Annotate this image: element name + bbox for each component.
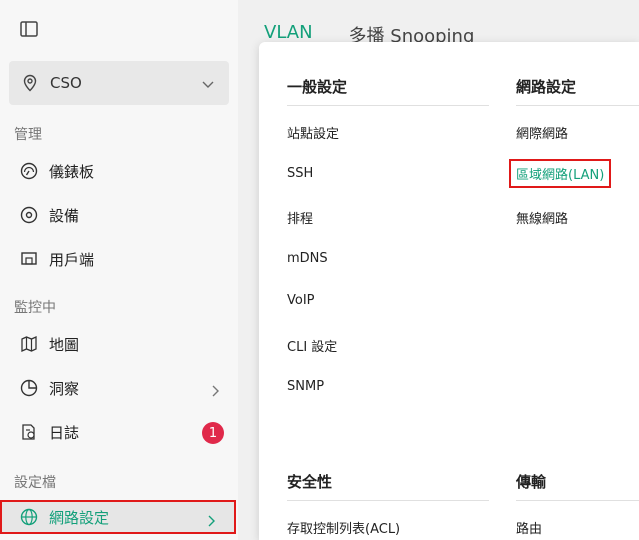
menu-link-snmp[interactable]: SNMP: [287, 379, 324, 394]
section-config: 設定檔: [14, 475, 56, 491]
menu-link-acl[interactable]: 存取控制列表(ACL): [287, 518, 400, 537]
dashboard-icon: [20, 162, 38, 180]
menu-title-network: 網路設定: [516, 78, 577, 96]
sidebar-item-devices[interactable]: 設備: [0, 197, 238, 233]
chevron-right-icon: [206, 512, 216, 527]
sidebar-item-label: 設備: [49, 206, 80, 225]
sidebar-item-label: 儀錶板: [49, 162, 95, 181]
site-selector[interactable]: CSO: [9, 61, 229, 105]
menu-title-general: 一般設定: [287, 78, 348, 96]
sidebar-item-label: 網路設定: [49, 508, 110, 527]
sidebar-item-map[interactable]: 地圖: [0, 326, 238, 362]
device-icon: [20, 206, 38, 224]
section-manage: 管理: [14, 127, 42, 143]
globe-icon: [20, 508, 38, 526]
site-name: CSO: [50, 74, 82, 92]
menu-link-mdns[interactable]: mDNS: [287, 251, 328, 266]
menu-link-site-settings[interactable]: 站點設定: [287, 123, 339, 142]
divider: [287, 105, 489, 106]
log-icon: [20, 423, 38, 441]
divider: [516, 500, 639, 501]
menu-link-wireless[interactable]: 無線網路: [516, 208, 568, 227]
menu-link-voip[interactable]: VoIP: [287, 293, 315, 308]
sidebar-item-insight[interactable]: 洞察: [0, 370, 238, 406]
network-settings-menu: 一般設定 站點設定 SSH 排程 mDNS VoIP CLI 設定 SNMP 網…: [259, 42, 639, 540]
menu-title-security: 安全性: [287, 473, 333, 491]
divider: [287, 500, 489, 501]
insight-icon: [20, 379, 38, 397]
sidebar-item-label: 洞察: [49, 379, 80, 398]
section-monitor: 監控中: [14, 300, 56, 316]
sidebar-toggle-icon[interactable]: [19, 19, 39, 39]
sidebar-item-label: 日誌: [49, 423, 80, 442]
menu-title-transport: 傳輸: [516, 473, 547, 491]
client-icon: [20, 250, 38, 268]
sidebar: CSO 管理 儀錶板 設備 用戶端 監控中 地圖 洞察 日誌 1 設定檔 網路設…: [0, 0, 238, 540]
sidebar-item-dashboard[interactable]: 儀錶板: [0, 153, 238, 189]
menu-link-cli-settings[interactable]: CLI 設定: [287, 336, 337, 355]
menu-link-schedule[interactable]: 排程: [287, 208, 313, 227]
log-count-badge: 1: [202, 422, 224, 444]
chevron-down-icon: [201, 76, 215, 90]
sidebar-item-clients[interactable]: 用戶端: [0, 241, 238, 277]
sidebar-item-label: 地圖: [49, 335, 80, 354]
menu-link-ssh[interactable]: SSH: [287, 166, 313, 181]
sidebar-item-label: 用戶端: [49, 250, 95, 269]
menu-link-routing[interactable]: 路由: [516, 518, 542, 537]
sidebar-item-network-settings[interactable]: 網路設定: [0, 500, 236, 534]
chevron-right-icon: [210, 382, 220, 397]
menu-link-internet[interactable]: 網際網路: [516, 123, 568, 142]
location-pin-icon: [21, 74, 39, 92]
menu-link-lan[interactable]: 區域網路(LAN): [509, 159, 612, 188]
map-icon: [20, 335, 38, 353]
divider: [516, 105, 639, 106]
